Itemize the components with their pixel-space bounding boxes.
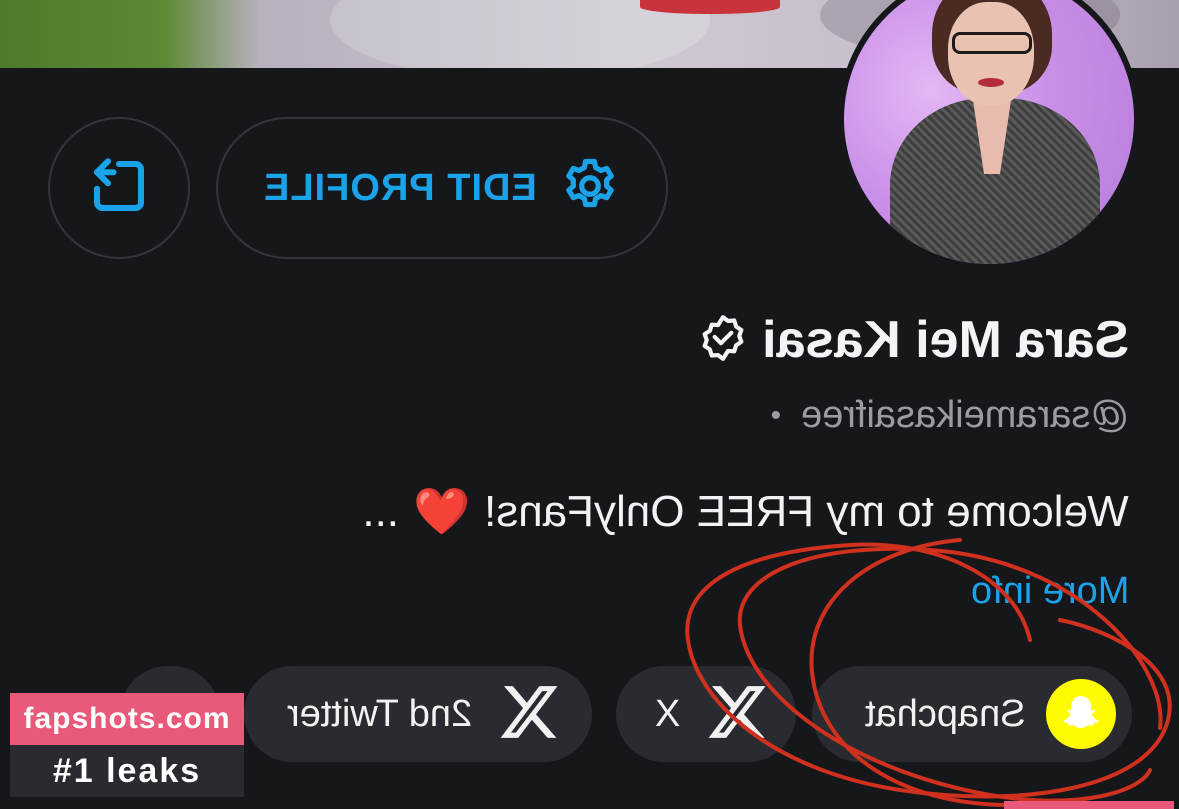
link-snapchat[interactable]: Snapchat (812, 666, 1132, 762)
bio-text: Welcome to my FREE OnlyFans! (484, 486, 1129, 536)
more-info-link[interactable]: More info (971, 570, 1129, 613)
profile-handle: @sarameikasaifree (801, 394, 1129, 436)
x-logo-icon (705, 681, 767, 748)
link-label: 2nd Twitter (287, 692, 473, 735)
profile-bio: ... ❤️ Welcome to my FREE OnlyFans! (362, 484, 1129, 539)
watermark-site: fapshots.com (10, 693, 244, 745)
gear-icon (559, 155, 621, 222)
bio-ellipsis: ... (362, 486, 400, 536)
verified-badge-icon (698, 313, 748, 368)
link-second-twitter[interactable]: 2nd Twitter (244, 666, 592, 762)
link-x[interactable]: X (616, 666, 796, 762)
link-label: Snapchat (865, 692, 1026, 735)
separator-dot: • (770, 398, 782, 432)
edit-profile-button[interactable]: EDIT PROFILE (216, 117, 668, 259)
profile-name: Sara Mei Kasai (761, 311, 1129, 369)
share-icon (86, 153, 152, 224)
avatar-photo (844, 0, 1134, 264)
profile-name-row: Sara Mei Kasai (698, 310, 1129, 370)
snapchat-icon (1046, 679, 1116, 749)
edit-profile-label: EDIT PROFILE (263, 166, 537, 209)
share-button[interactable] (48, 117, 190, 259)
watermark-tagline: #1 leaks (10, 745, 244, 797)
avatar[interactable] (838, 0, 1140, 270)
x-logo-icon (497, 681, 559, 748)
link-label: X (655, 692, 681, 735)
heart-emoji-icon: ❤️ (413, 485, 471, 537)
profile-handle-row: • @sarameikasaifree (771, 394, 1129, 437)
pink-accent-bar (1004, 801, 1174, 809)
